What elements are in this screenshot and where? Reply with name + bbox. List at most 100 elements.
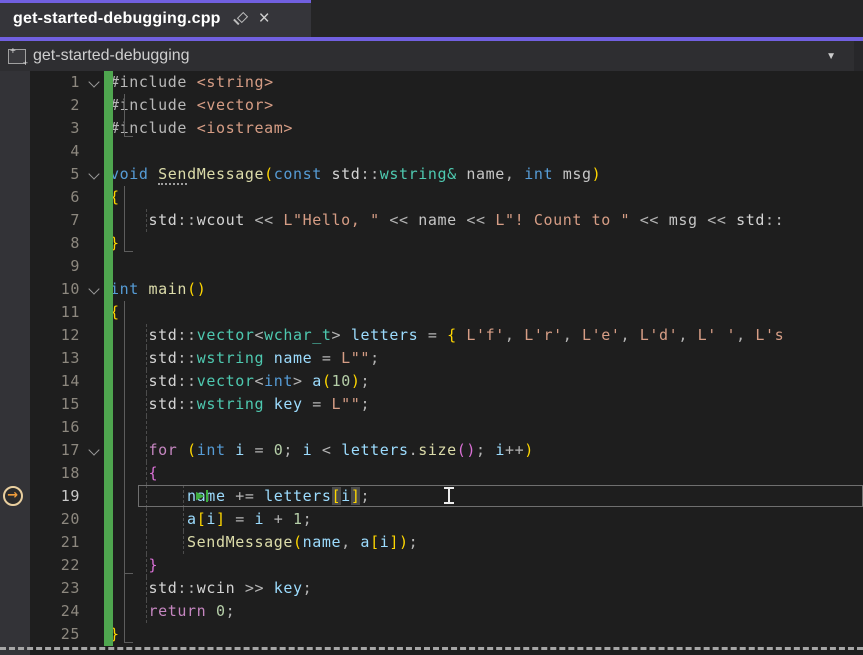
code-text[interactable]: { [110,186,863,209]
line-number: 2 [30,94,80,117]
line-number: 5 [30,163,80,186]
breakpoint-margin[interactable] [0,163,30,186]
code-line[interactable]: 9 [0,255,863,278]
breakpoint-margin[interactable] [0,140,30,163]
breakpoint-margin[interactable] [0,600,30,623]
plus-glyph: + [23,58,28,68]
code-text[interactable]: } [110,232,863,255]
close-icon[interactable]: × [259,11,270,27]
code-line[interactable]: →19 name += letters[i];▶ [0,485,863,508]
line-number: 9 [30,255,80,278]
breakpoint-margin[interactable] [0,370,30,393]
code-line[interactable]: 11{ [0,301,863,324]
pin-icon[interactable] [233,11,249,27]
code-text[interactable]: #include <vector> [110,94,863,117]
code-text[interactable]: return 0; [110,600,863,623]
breakpoint-margin[interactable] [0,301,30,324]
chevron-down-icon[interactable] [88,76,99,87]
breakpoint-margin[interactable]: → [0,485,30,508]
breakpoint-margin[interactable] [0,94,30,117]
code-line[interactable]: 18 { [0,462,863,485]
code-text[interactable]: } [110,623,863,646]
code-text[interactable]: { [110,301,863,324]
code-text[interactable]: int main() [110,278,863,301]
code-text[interactable]: name += letters[i]; [110,485,863,508]
code-text[interactable]: #include <iostream> [110,117,863,140]
breakpoint-margin[interactable] [0,255,30,278]
breakpoint-margin[interactable] [0,278,30,301]
code-line[interactable]: 2 #include <vector> [0,94,863,117]
code-line[interactable]: 7 std::wcout << L"Hello, " << name << L"… [0,209,863,232]
breakpoint-margin[interactable] [0,439,30,462]
breakpoint-margin[interactable] [0,393,30,416]
code-line[interactable]: 10 int main() [0,278,863,301]
breakpoint-margin[interactable] [0,232,30,255]
code-text[interactable]: #include <string> [110,71,863,94]
code-text[interactable]: std::wstring name = L""; [110,347,863,370]
chevron-down-icon[interactable] [88,168,99,179]
code-text[interactable]: std::wcin >> key; [110,577,863,600]
breakpoint-margin[interactable] [0,347,30,370]
line-number: 10 [30,278,80,301]
code-line[interactable]: 13 std::wstring name = L""; [0,347,863,370]
fold-guide-line [124,462,125,573]
tab-get-started-debugging[interactable]: get-started-debugging.cpp × [0,0,311,37]
line-number: 16 [30,416,80,439]
code-text[interactable]: std::vector<wchar_t> letters = { L'f', L… [110,324,863,347]
code-line[interactable]: 24 return 0; [0,600,863,623]
breakpoint-margin[interactable] [0,186,30,209]
code-text[interactable] [110,140,863,163]
breakpoint-margin[interactable] [0,508,30,531]
code-line[interactable]: 20 a[i] = i + 1; [0,508,863,531]
breakpoint-margin[interactable] [0,531,30,554]
breakpoint-margin[interactable] [0,416,30,439]
code-line[interactable]: 23 std::wcin >> key; [0,577,863,600]
code-text[interactable]: std::wcout << L"Hello, " << name << L"! … [110,209,863,232]
code-line[interactable]: 6{ [0,186,863,209]
breakpoint-margin[interactable] [0,554,30,577]
breadcrumb-bar[interactable]: + + get-started-debugging ▼ [0,41,863,71]
code-text[interactable]: { [110,462,863,485]
code-text[interactable] [110,416,863,439]
run-to-cursor-icon[interactable]: ▶ [196,489,208,503]
code-text[interactable]: void SendMessage(const std::wstring& nam… [110,163,863,186]
line-number: 20 [30,508,80,531]
fold-guide-line [124,186,125,251]
line-number: 23 [30,577,80,600]
code-text[interactable]: std::vector<int> a(10); [110,370,863,393]
code-text[interactable]: a[i] = i + 1; [110,508,863,531]
breakpoint-margin[interactable] [0,117,30,140]
code-line[interactable]: 12 std::vector<wchar_t> letters = { L'f'… [0,324,863,347]
change-tracking-bar [104,71,113,646]
tab-bar: get-started-debugging.cpp × [0,0,863,41]
code-line[interactable]: 4 [0,140,863,163]
code-text[interactable]: std::wstring key = L""; [110,393,863,416]
breakpoint-margin[interactable] [0,462,30,485]
code-line[interactable]: 15 std::wstring key = L""; [0,393,863,416]
breakpoint-margin[interactable] [0,209,30,232]
cpp-file-icon: + + [8,49,26,64]
code-line[interactable]: 5 void SendMessage(const std::wstring& na… [0,163,863,186]
code-line[interactable]: 21 SendMessage(name, a[i]); [0,531,863,554]
breakpoint-margin[interactable] [0,577,30,600]
chevron-down-icon[interactable] [88,283,99,294]
breakpoint-margin[interactable] [0,623,30,646]
code-text[interactable]: SendMessage(name, a[i]); [110,531,863,554]
code-text[interactable]: } [110,554,863,577]
code-line[interactable]: 17 for (int i = 0; i < letters.size(); i… [0,439,863,462]
code-line[interactable]: 16 [0,416,863,439]
code-line[interactable]: 1#include <string> [0,71,863,94]
line-number: 19 [30,485,80,508]
fold-guide-tick [124,642,133,643]
breadcrumb-label: get-started-debugging [33,47,190,65]
code-editor[interactable]: 1#include <string>2#include <vector>3#in… [0,71,863,655]
code-line[interactable]: 14 std::vector<int> a(10); [0,370,863,393]
code-text[interactable]: for (int i = 0; i < letters.size(); i++) [110,439,863,462]
code-text[interactable] [110,255,863,278]
fold-guide-tick [124,136,133,137]
breakpoint-margin[interactable] [0,324,30,347]
fold-guide-tick [124,251,133,252]
chevron-down-icon[interactable]: ▼ [826,51,836,62]
breakpoint-margin[interactable] [0,71,30,94]
chevron-down-icon[interactable] [88,444,99,455]
